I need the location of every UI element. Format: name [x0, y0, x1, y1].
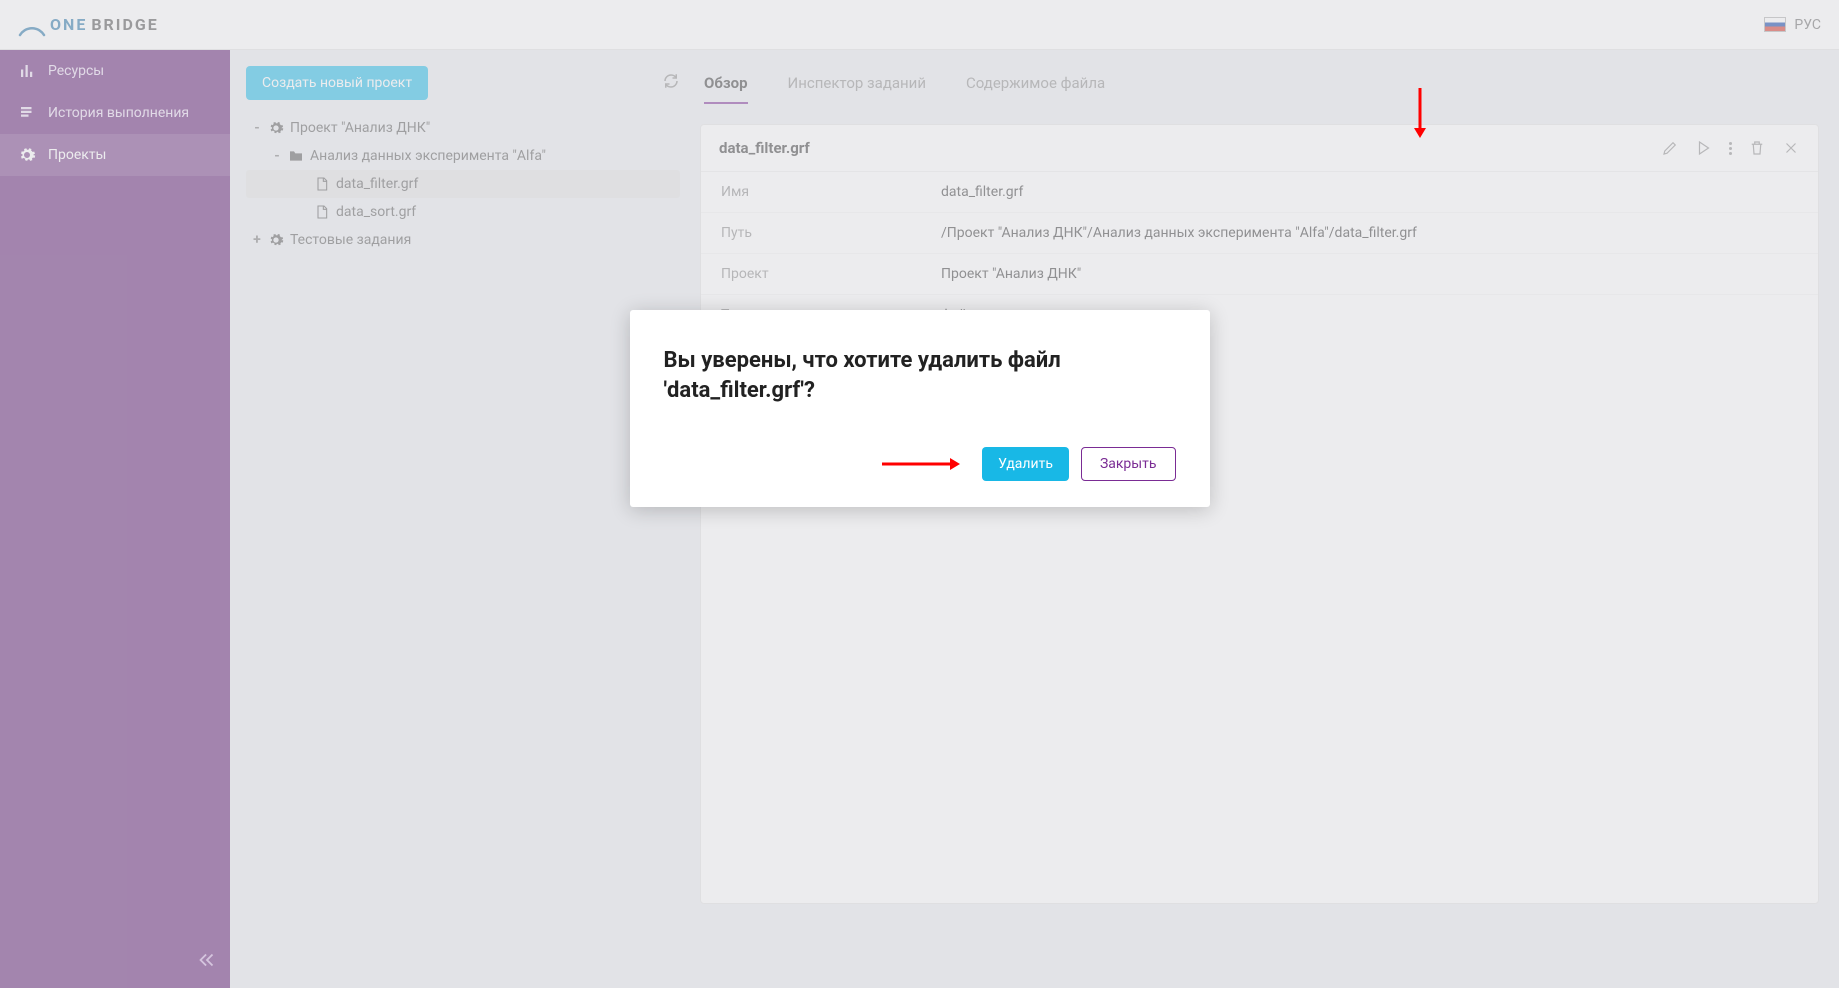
- modal-close-button[interactable]: Закрыть: [1081, 447, 1176, 481]
- modal-overlay: Вы уверены, что хотите удалить файл 'dat…: [0, 0, 1839, 988]
- modal-delete-button[interactable]: Удалить: [982, 447, 1069, 481]
- annotation-arrow-down-icon: [1410, 88, 1430, 138]
- modal-title: Вы уверены, что хотите удалить файл 'dat…: [664, 346, 1176, 405]
- confirm-delete-modal: Вы уверены, что хотите удалить файл 'dat…: [630, 310, 1210, 507]
- annotation-arrow-right-icon: [880, 454, 960, 474]
